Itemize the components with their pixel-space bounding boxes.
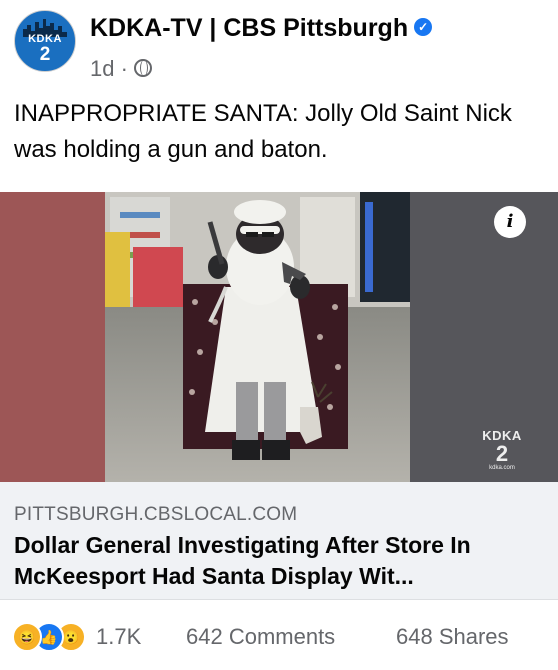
globe-icon — [134, 59, 153, 78]
page-name-link[interactable]: KDKA-TV | CBS Pittsburgh ✓ — [90, 14, 433, 43]
post-meta: 1d · — [90, 56, 153, 82]
haha-reaction-icon: 😆 — [12, 622, 42, 652]
page-name[interactable]: KDKA-TV | CBS Pittsburgh — [90, 14, 408, 42]
kdka-watermark: KDKA 2 kdka.com — [474, 428, 530, 471]
watermark-url: kdka.com — [489, 465, 515, 471]
watermark-number: 2 — [495, 441, 509, 466]
post-caption: INAPPROPRIATE SANTA: Jolly Old Saint Nic… — [14, 100, 512, 163]
engagement-bar: 😆 👍 😮 1.7K 642 Comments 648 Shares — [0, 600, 558, 670]
comments-count[interactable]: 642 Comments — [186, 624, 335, 650]
meta-separator: · — [120, 56, 128, 81]
verified-badge-icon: ✓ — [414, 18, 433, 37]
link-title[interactable]: Dollar General Investigating After Store… — [14, 530, 544, 592]
link-preview-card[interactable]: PITTSBURGH.CBSLOCAL.COM Dollar General I… — [0, 482, 558, 600]
reactions-count[interactable]: 1.7K — [96, 624, 141, 650]
link-domain: PITTSBURGH.CBSLOCAL.COM — [14, 504, 298, 525]
shares-count[interactable]: 648 Shares — [396, 624, 509, 650]
info-icon[interactable]: i — [494, 206, 526, 238]
post-header: KDKA 2 KDKA-TV | CBS Pittsburgh ✓ 1d · — [0, 0, 558, 88]
avatar-channel-number: 2 — [39, 44, 51, 65]
page-avatar[interactable]: KDKA 2 — [14, 10, 76, 72]
post-time[interactable]: 1d — [90, 56, 114, 81]
